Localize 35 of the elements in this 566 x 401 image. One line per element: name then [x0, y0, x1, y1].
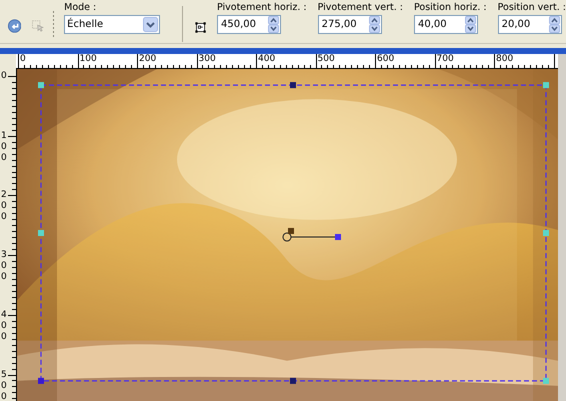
mode-dropdown[interactable]: Échelle — [64, 15, 160, 34]
undo-icon[interactable] — [8, 17, 22, 35]
transform-handle[interactable] — [38, 82, 44, 88]
ruler-number: 400 — [258, 54, 276, 64]
ruler-number: 500 — [318, 54, 335, 64]
rotation-pivot[interactable] — [282, 228, 341, 242]
number-field[interactable]: 275,00 — [318, 15, 382, 34]
ruler-number: 0 — [1, 71, 7, 82]
field-label: Pivotement horiz. : — [216, 2, 307, 15]
mode-label: Mode : — [64, 2, 98, 15]
spin-arrows-icon[interactable] — [268, 16, 279, 33]
ruler-number: 0 — [20, 54, 26, 64]
number-field[interactable]: 20,00 — [498, 15, 562, 34]
spin-arrows-icon[interactable] — [548, 16, 560, 33]
field-label: Position vert. : — [498, 2, 566, 15]
ruler-number: 100 — [80, 54, 97, 64]
ruler-number: 700 — [436, 54, 454, 64]
transform-handle[interactable] — [543, 82, 549, 88]
field-label: Pivotement vert. : — [318, 2, 403, 15]
field-label: Position horiz. : — [414, 2, 487, 15]
ruler-number: 600 — [377, 54, 394, 64]
ruler-number: 300 — [198, 54, 216, 64]
ruler-number: 200 — [1, 190, 7, 224]
ruler-number: 300 — [1, 250, 7, 284]
number-field[interactable]: 450,00 — [216, 15, 281, 34]
transform-handle[interactable] — [290, 82, 296, 88]
spin-arrows-icon[interactable] — [368, 16, 380, 33]
pivot-box-icon[interactable] — [194, 20, 206, 35]
ruler-number: 500 — [1, 370, 7, 401]
ruler-number: 100 — [1, 130, 7, 164]
spin-arrows-icon[interactable] — [465, 16, 476, 33]
ruler-number: 200 — [139, 54, 156, 64]
ruler-number: 800 — [496, 54, 514, 64]
ruler-number: 400 — [1, 310, 7, 343]
number-field[interactable]: 40,00 — [414, 15, 478, 34]
